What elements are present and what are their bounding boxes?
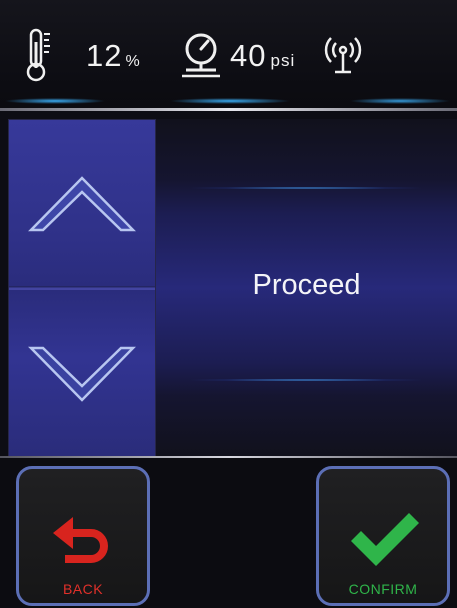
display-bottom-line [156,379,457,381]
confirm-button[interactable]: CONFIRM [316,466,450,606]
status-bar: 12% 40 psi [0,0,457,108]
undo-arrow-icon [53,517,108,563]
value-spinner [8,119,156,458]
back-button[interactable]: BACK [16,466,150,606]
selection-display: Proceed [156,119,457,457]
main-panel: Proceed [0,111,457,458]
chevron-up-icon [28,176,136,232]
screen: 12% 40 psi Proceed BACK CONFIRM [0,0,457,608]
humidity-readout: 12% [86,38,141,74]
back-label: BACK [62,581,104,597]
humidity-value: 12 [86,38,123,73]
confirm-label: CONFIRM [348,581,418,597]
selected-option: Proceed [252,269,361,301]
humidity-unit: % [125,53,141,70]
wireless-signal-icon [324,37,362,74]
pressure-gauge-icon [182,33,220,78]
scroll-down-button[interactable] [9,290,155,458]
pressure-readout: 40 psi [230,38,295,74]
pressure-unit: psi [270,51,296,70]
display-top-line [156,187,457,189]
checkmark-icon [351,513,419,566]
footer: BACK CONFIRM [0,458,457,608]
thermometer-icon [26,28,50,82]
scroll-up-button[interactable] [9,120,155,288]
status-glow-line [0,96,457,106]
pressure-value: 40 [230,38,267,73]
chevron-down-icon [28,346,136,402]
